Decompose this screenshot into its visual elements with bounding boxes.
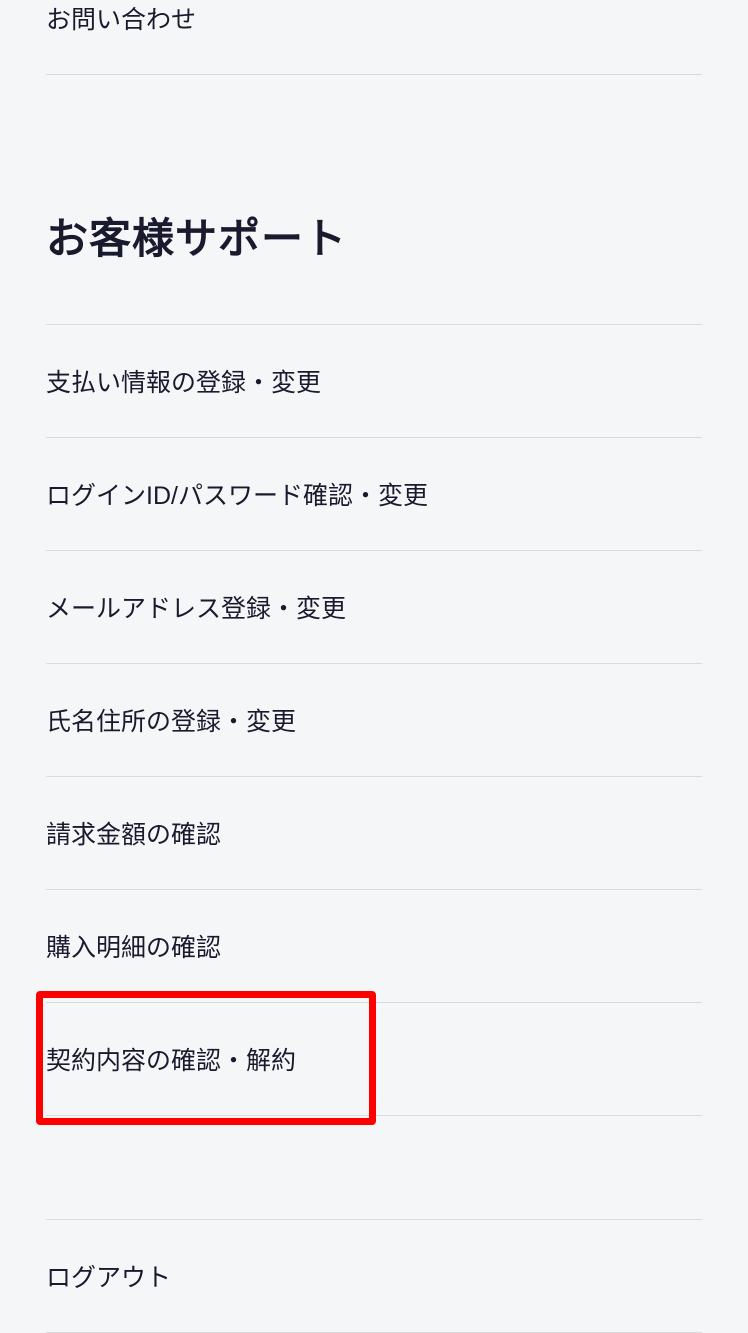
name-address-link[interactable]: 氏名住所の登録・変更	[46, 664, 702, 777]
logout-link[interactable]: ログアウト	[46, 1220, 702, 1333]
login-password-link[interactable]: ログインID/パスワード確認・変更	[46, 438, 702, 551]
payment-info-link[interactable]: 支払い情報の登録・変更	[46, 325, 702, 438]
contact-link[interactable]: お問い合わせ	[46, 0, 702, 75]
purchase-details-link[interactable]: 購入明細の確認	[46, 890, 702, 1003]
support-heading: お客様サポート	[46, 75, 702, 325]
contract-cancel-label: 契約内容の確認・解約	[46, 1047, 296, 1075]
billing-link[interactable]: 請求金額の確認	[46, 777, 702, 890]
spacer	[46, 1116, 702, 1220]
email-link[interactable]: メールアドレス登録・変更	[46, 551, 702, 664]
contract-cancel-link[interactable]: 契約内容の確認・解約	[46, 1003, 702, 1116]
